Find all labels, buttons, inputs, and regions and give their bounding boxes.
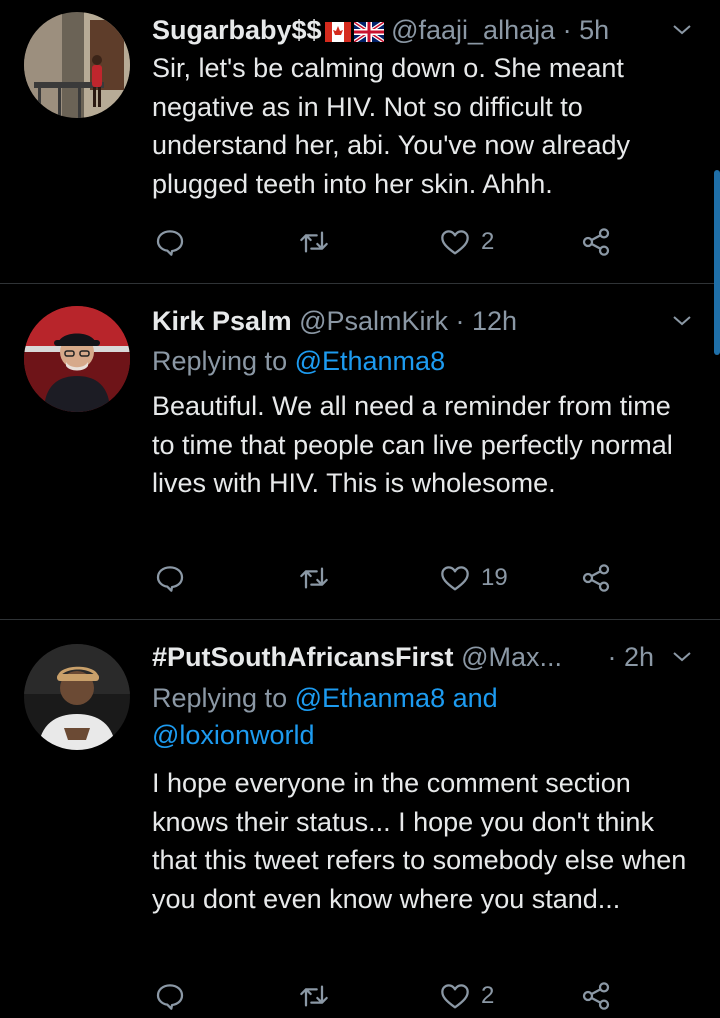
- retweet-icon: [300, 985, 328, 1007]
- tweet-2[interactable]: Kirk Psalm @PsalmKirk · 12h Replying to …: [0, 284, 720, 619]
- timestamp[interactable]: · 2h: [607, 639, 654, 675]
- share-button[interactable]: [580, 558, 612, 598]
- tweet-text: Beautiful. We all need a reminder from t…: [152, 391, 673, 498]
- share-button[interactable]: [580, 976, 612, 1016]
- timestamp[interactable]: · 12h: [456, 306, 518, 336]
- replying-to: Replying to @Ethanma8: [152, 343, 445, 380]
- retweet-button[interactable]: [298, 558, 330, 598]
- avatar[interactable]: [24, 12, 130, 118]
- tweet-header: Kirk Psalm @PsalmKirk · 12h: [152, 303, 694, 339]
- avatar[interactable]: [24, 644, 130, 750]
- retweet-button[interactable]: [298, 976, 330, 1016]
- tweet-actions: 2: [152, 976, 632, 1016]
- tweet-actions: 19: [152, 558, 632, 598]
- reply-mention-link[interactable]: @Ethanma8: [295, 346, 446, 376]
- tweet-3[interactable]: #PutSouthAfricansFirst @Max... · 2h Repl…: [0, 620, 720, 1018]
- share-icon: [582, 564, 610, 592]
- tweet-text: I hope everyone in the comment section k…: [152, 768, 687, 914]
- uk-flag-icon: [353, 22, 384, 42]
- reply-icon: [156, 566, 184, 592]
- tweet-header: #PutSouthAfricansFirst @Max... · 2h: [152, 639, 694, 675]
- chevron-down-icon[interactable]: [670, 645, 694, 669]
- share-icon: [582, 228, 610, 256]
- user-handle[interactable]: @PsalmKirk: [299, 306, 448, 336]
- like-button[interactable]: 19: [439, 558, 508, 598]
- reply-mention-link[interactable]: @Ethanma8 and: [295, 683, 498, 713]
- reply-icon: [156, 984, 184, 1010]
- timestamp[interactable]: · 5h: [563, 15, 610, 45]
- replying-to: Replying to @Ethanma8 and @loxionworld: [152, 680, 498, 754]
- display-name[interactable]: Sugarbaby$$: [152, 15, 322, 45]
- heart-icon: [441, 984, 469, 1009]
- tweet-actions: 2: [152, 222, 632, 262]
- heart-icon: [441, 230, 469, 255]
- scrollbar[interactable]: [714, 170, 720, 355]
- like-count: 19: [481, 564, 508, 591]
- like-count: 2: [481, 228, 495, 255]
- reply-button[interactable]: [154, 558, 186, 598]
- chevron-down-icon[interactable]: [670, 309, 694, 333]
- tweet-1[interactable]: Sugarbaby$$ @faaji_alhaja · 5h Sir, let'…: [0, 0, 720, 283]
- replying-to-label: Replying to: [152, 346, 295, 376]
- heart-icon: [441, 566, 469, 591]
- like-button[interactable]: 2: [439, 976, 494, 1016]
- canada-flag-icon: [324, 22, 351, 42]
- like-button[interactable]: 2: [439, 222, 494, 262]
- share-icon: [582, 982, 610, 1010]
- user-handle[interactable]: @faaji_alhaja: [391, 15, 555, 45]
- retweet-button[interactable]: [298, 222, 330, 262]
- share-button[interactable]: [580, 222, 612, 262]
- reply-icon: [156, 230, 184, 256]
- reply-button[interactable]: [154, 222, 186, 262]
- reply-mention-link-2[interactable]: @loxionworld: [152, 720, 314, 750]
- tweet-header: Sugarbaby$$ @faaji_alhaja · 5h: [152, 12, 694, 48]
- reply-button[interactable]: [154, 976, 186, 1016]
- display-name[interactable]: Kirk Psalm: [152, 306, 292, 336]
- replying-to-label: Replying to: [152, 683, 295, 713]
- avatar[interactable]: [24, 306, 130, 412]
- display-name[interactable]: #PutSouthAfricansFirst: [152, 642, 454, 672]
- retweet-icon: [300, 231, 328, 253]
- chevron-down-icon[interactable]: [670, 18, 694, 42]
- tweet-text: Sir, let's be calming down o. She meant …: [152, 53, 631, 199]
- user-handle[interactable]: @Max...: [461, 642, 562, 672]
- retweet-icon: [300, 567, 328, 589]
- like-count: 2: [481, 982, 495, 1009]
